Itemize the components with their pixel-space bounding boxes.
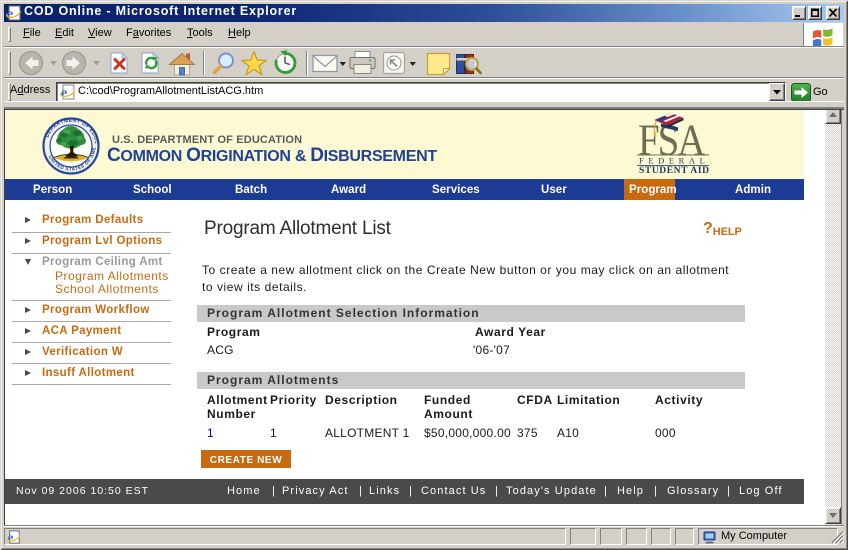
svg-text:FEDERAL: FEDERAL: [639, 156, 709, 166]
svg-text:e: e: [61, 86, 67, 100]
svg-text:e: e: [8, 530, 14, 544]
svg-text:STUDENT AID: STUDENT AID: [639, 166, 710, 174]
svg-text:e: e: [7, 7, 13, 21]
